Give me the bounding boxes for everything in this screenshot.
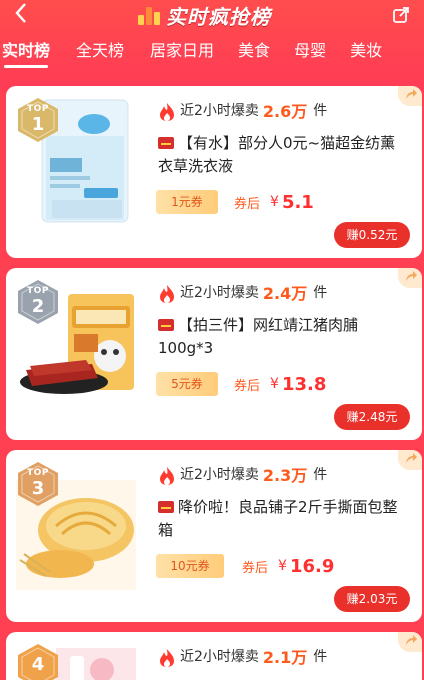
- hot-sales: 近2小时爆卖 2.1万 件: [158, 644, 327, 668]
- rank-number: 2: [31, 296, 45, 317]
- price-value: 16.9: [289, 555, 335, 577]
- red-envelope-icon: [158, 501, 174, 513]
- rank-badge: TOP 1: [18, 98, 58, 142]
- share-icon[interactable]: [392, 6, 410, 24]
- hot-value: 2.6万: [262, 102, 308, 121]
- flame-icon: [160, 467, 174, 485]
- share-icon[interactable]: [398, 450, 422, 470]
- earn-button[interactable]: 赚0.52元: [334, 222, 410, 248]
- page-title-text: 实时疯抢榜: [166, 4, 271, 29]
- bar-chart-icon: [138, 5, 160, 25]
- earn-button[interactable]: 赚2.03元: [334, 586, 410, 612]
- share-icon[interactable]: [398, 632, 422, 652]
- product-tag: 降价啦！: [178, 498, 239, 516]
- hot-value: 2.3万: [262, 466, 308, 485]
- tab-realtime[interactable]: 实时榜: [2, 38, 50, 68]
- product-title[interactable]: 降价啦！良品铺子2斤手撕面包整箱: [158, 496, 408, 542]
- page-title: 实时疯抢榜: [138, 2, 271, 29]
- rank-number: 1: [31, 114, 45, 135]
- rank-badge: TOP 2: [18, 280, 58, 324]
- flame-icon: [160, 649, 174, 667]
- hot-label: 近2小时爆卖: [180, 467, 259, 483]
- price-value: 5.1: [281, 191, 314, 213]
- rank-top-label: TOP: [27, 468, 49, 478]
- after-coupon-price: 券后 ¥ 5.1: [234, 190, 314, 214]
- tab-baby[interactable]: 母婴: [294, 38, 326, 68]
- rank-top-label: TOP: [27, 286, 49, 296]
- currency-symbol: ¥: [278, 558, 287, 574]
- product-tag: 【拍三件】: [178, 316, 254, 334]
- hot-value: 2.4万: [262, 284, 308, 303]
- product-card[interactable]: TOP 2 近2小时爆卖 2.4万 件 【拍三件】网红靖江猪肉脯100g*3 5…: [6, 268, 422, 440]
- tab-allday[interactable]: 全天榜: [76, 38, 124, 68]
- earn-button[interactable]: 赚2.48元: [334, 404, 410, 430]
- category-tabs: 实时榜 全天榜 居家日用 美食 母婴 美妆: [0, 38, 424, 68]
- flame-icon: [160, 103, 174, 121]
- flame-icon: [160, 285, 174, 303]
- rank-badge: TOP 3: [18, 462, 58, 506]
- product-card[interactable]: TOP 3 近2小时爆卖 2.3万 件 降价啦！良品铺子2斤手撕面包整箱 10元…: [6, 450, 422, 622]
- hot-unit: 件: [313, 285, 328, 301]
- after-label: 券后: [234, 196, 261, 212]
- rank-number: 3: [31, 478, 45, 499]
- currency-symbol: ¥: [270, 376, 279, 392]
- rank-top-label: TOP: [27, 104, 49, 114]
- after-label: 券后: [242, 560, 269, 576]
- rank-badge: 4: [18, 644, 58, 680]
- hot-label: 近2小时爆卖: [180, 103, 259, 119]
- tab-beauty[interactable]: 美妆: [350, 38, 382, 68]
- share-icon[interactable]: [398, 268, 422, 288]
- product-card[interactable]: TOP 1 近2小时爆卖 2.6万 件 【有水】部分人0元~猫超金纺薰衣草洗衣液…: [6, 86, 422, 258]
- tab-food[interactable]: 美食: [238, 38, 270, 68]
- product-card[interactable]: 4 近2小时爆卖 2.1万 件: [6, 632, 422, 680]
- currency-symbol: ¥: [270, 194, 279, 210]
- red-envelope-icon: [158, 319, 174, 331]
- after-coupon-price: 券后 ¥ 13.8: [234, 372, 326, 396]
- product-tag: 【有水】: [178, 134, 239, 152]
- hot-unit: 件: [313, 467, 328, 483]
- share-icon[interactable]: [398, 86, 422, 106]
- hot-value: 2.1万: [262, 648, 308, 667]
- hot-sales: 近2小时爆卖 2.3万 件: [158, 462, 327, 486]
- hot-sales: 近2小时爆卖 2.6万 件: [158, 98, 327, 122]
- tab-home[interactable]: 居家日用: [150, 38, 214, 68]
- coupon-badge[interactable]: 5元券: [156, 372, 218, 396]
- hot-unit: 件: [313, 103, 328, 119]
- hot-label: 近2小时爆卖: [180, 649, 259, 665]
- rank-number: 4: [31, 654, 45, 675]
- coupon-badge[interactable]: 1元券: [156, 190, 218, 214]
- coupon-badge[interactable]: 10元券: [156, 554, 224, 578]
- hot-label: 近2小时爆卖: [180, 285, 259, 301]
- after-label: 券后: [234, 378, 261, 394]
- price-value: 13.8: [281, 373, 327, 395]
- chevron-left-icon[interactable]: [14, 2, 28, 29]
- product-title[interactable]: 【有水】部分人0元~猫超金纺薰衣草洗衣液: [158, 132, 408, 178]
- after-coupon-price: 券后 ¥ 16.9: [242, 554, 334, 578]
- product-title[interactable]: 【拍三件】网红靖江猪肉脯100g*3: [158, 314, 408, 360]
- hot-unit: 件: [313, 649, 328, 665]
- red-envelope-icon: [158, 137, 174, 149]
- hot-sales: 近2小时爆卖 2.4万 件: [158, 280, 327, 304]
